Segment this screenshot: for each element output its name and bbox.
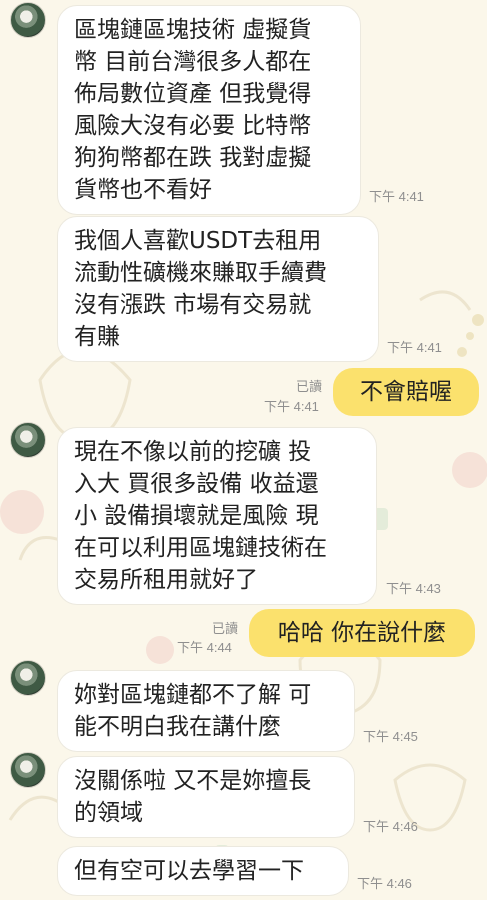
message-bubble[interactable]: 我個人喜歡USDT去租用 流動性礦機來賺取手續費 沒有漲跌 市場有交易就 有賺 <box>57 216 379 362</box>
message-time: 下午 4:44 <box>177 640 232 655</box>
message-time: 下午 4:46 <box>363 819 418 834</box>
contact-avatar[interactable] <box>10 2 46 38</box>
message-time: 下午 4:41 <box>369 189 424 204</box>
message-bubble[interactable]: 但有空可以去學習一下 <box>57 846 349 896</box>
message-time: 下午 4:43 <box>386 581 441 596</box>
message-time: 下午 4:41 <box>264 399 319 414</box>
contact-avatar[interactable] <box>10 422 46 458</box>
read-receipt: 已讀 <box>212 622 239 637</box>
message-bubble[interactable]: 沒關係啦 又不是妳擅長 的領域 <box>57 756 355 838</box>
message-bubble[interactable]: 不會賠喔 <box>333 368 479 416</box>
contact-avatar[interactable] <box>10 752 46 788</box>
read-receipt: 已讀 <box>296 380 323 395</box>
message-bubble[interactable]: 區塊鏈區塊技術 虛擬貨 幣 目前台灣很多人都在 佈局數位資產 但我覺得 風險大沒… <box>57 5 361 215</box>
message-time: 下午 4:41 <box>387 340 442 355</box>
message-bubble[interactable]: 妳對區塊鏈都不了解 可 能不明白我在講什麼 <box>57 670 355 752</box>
message-bubble[interactable]: 現在不像以前的挖礦 投 入大 買很多設備 收益還 小 設備損壞就是風險 現 在可… <box>57 427 377 605</box>
message-bubble[interactable]: 哈哈 你在說什麼 <box>249 609 475 657</box>
contact-avatar[interactable] <box>10 660 46 696</box>
message-time: 下午 4:46 <box>357 876 412 891</box>
message-time: 下午 4:45 <box>363 729 418 744</box>
